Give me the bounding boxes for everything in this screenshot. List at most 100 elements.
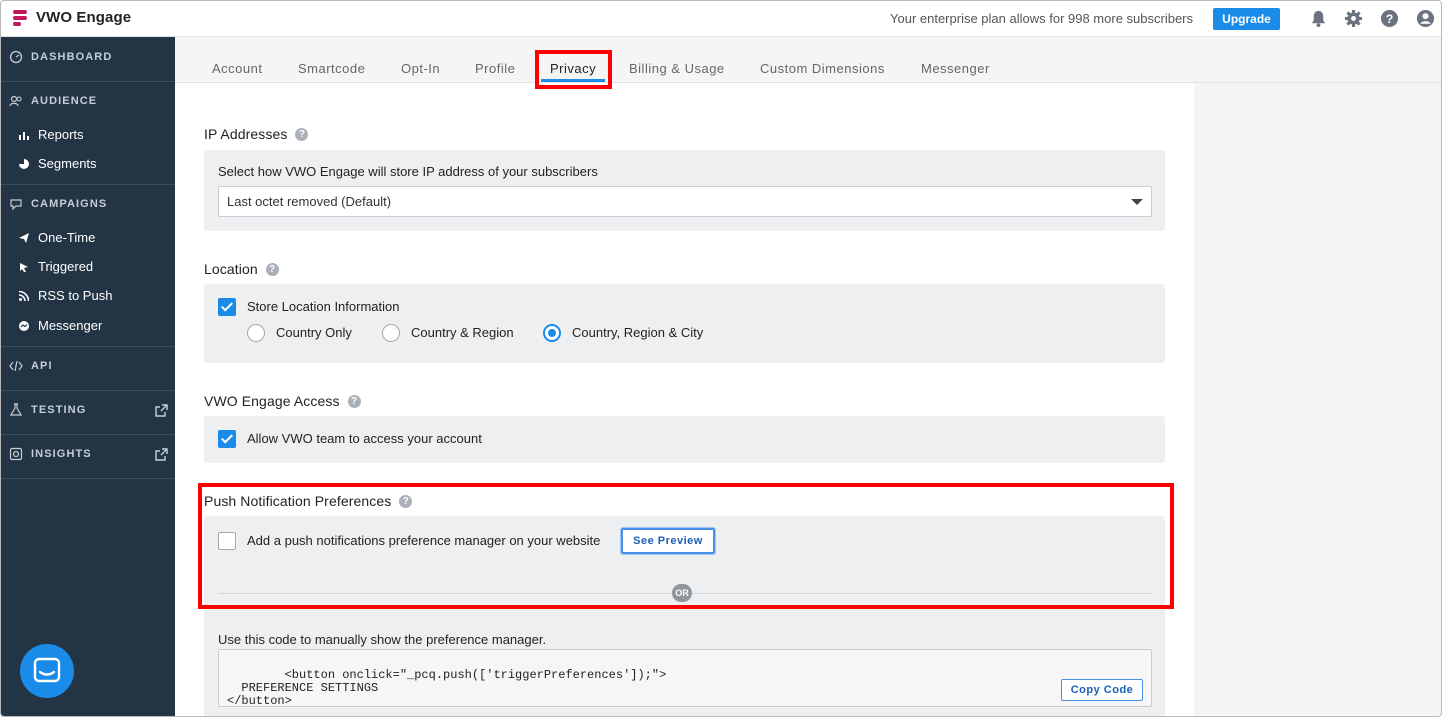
tab-custom-dimensions[interactable]: Custom Dimensions xyxy=(760,61,885,76)
access-title-text: VWO Engage Access xyxy=(204,393,340,409)
external-link-icon xyxy=(155,403,168,417)
sidebar-item-segments[interactable]: Segments xyxy=(1,156,175,171)
bar-chart-icon xyxy=(19,131,29,140)
sidebar-item-label: Reports xyxy=(38,127,84,142)
sidebar-divider xyxy=(1,390,175,391)
rss-icon xyxy=(19,290,29,301)
chat-launcher[interactable] xyxy=(20,644,74,698)
tab-billing-usage[interactable]: Billing & Usage xyxy=(629,61,725,76)
vwo-logo-icon xyxy=(13,9,29,26)
ip-title-text: IP Addresses xyxy=(204,126,288,142)
allow-access-checkbox[interactable] xyxy=(218,430,236,448)
sidebar-divider xyxy=(1,184,175,185)
radio-country-region-city-label: Country, Region & City xyxy=(572,325,704,340)
settings-tabs: Account Smartcode Opt-In Profile Privacy… xyxy=(175,37,1441,83)
store-location-label: Store Location Information xyxy=(247,299,400,314)
sidebar-item-messenger[interactable]: Messenger xyxy=(1,318,175,333)
trigger-icon xyxy=(20,262,28,272)
sidebar-divider xyxy=(1,81,175,82)
sidebar-divider xyxy=(1,434,175,435)
ip-select-label: Select how VWO Engage will store IP addr… xyxy=(218,164,598,179)
location-panel: Store Location Information Country Only … xyxy=(204,284,1165,363)
sidebar-audience[interactable]: AUDIENCE xyxy=(1,94,175,108)
sidebar-item-label: Messenger xyxy=(38,318,103,333)
radio-country-region[interactable] xyxy=(382,324,400,342)
external-link-icon xyxy=(155,447,168,461)
help-icon[interactable]: ? xyxy=(295,127,309,141)
send-icon xyxy=(19,232,29,243)
sidebar-item-reports[interactable]: Reports xyxy=(1,127,175,142)
privacy-tab-highlight xyxy=(535,50,612,89)
content-gutter xyxy=(175,83,185,716)
campaigns-icon xyxy=(10,199,22,211)
insights-icon xyxy=(9,447,23,461)
right-panel xyxy=(1194,83,1441,716)
ip-select-value: Last octet removed (Default) xyxy=(227,194,392,209)
sidebar-testing-label: TESTING xyxy=(31,404,87,416)
sidebar-divider xyxy=(1,478,175,479)
help-icon[interactable]: ? xyxy=(1380,9,1399,28)
push-section-highlight xyxy=(198,483,1174,609)
radio-country-region-label: Country & Region xyxy=(411,325,514,340)
user-icon[interactable] xyxy=(1416,9,1435,28)
radio-country-only-label: Country Only xyxy=(276,325,352,340)
svg-text:?: ? xyxy=(1386,12,1394,26)
audience-icon xyxy=(9,95,22,107)
sidebar-item-label: Segments xyxy=(38,156,97,171)
radio-country-only[interactable] xyxy=(247,324,265,342)
sidebar-item-label: Triggered xyxy=(38,259,94,274)
sidebar-api-label: API xyxy=(31,360,53,372)
sidebar-campaigns-label: CAMPAIGNS xyxy=(31,198,108,210)
sidebar-dashboard[interactable]: DASHBOARD xyxy=(1,50,175,64)
gear-icon[interactable] xyxy=(1344,9,1363,28)
brand-name: VWO Engage xyxy=(36,9,132,26)
ip-panel: Select how VWO Engage will store IP addr… xyxy=(204,150,1165,231)
tab-messenger[interactable]: Messenger xyxy=(921,61,990,76)
sidebar-item-label: One-Time xyxy=(38,230,96,245)
radio-country-region-city[interactable] xyxy=(543,324,561,342)
help-icon[interactable]: ? xyxy=(347,394,361,408)
code-snippet[interactable]: <button onclick="_pcq.push(['triggerPref… xyxy=(218,649,1152,708)
location-section-title: Location ? xyxy=(204,261,279,277)
bell-icon[interactable] xyxy=(1309,9,1328,28)
sidebar-item-one-time[interactable]: One-Time xyxy=(1,230,175,245)
top-bar: VWO Engage Your enterprise plan allows f… xyxy=(1,1,1441,37)
code-icon xyxy=(9,360,23,372)
sidebar-insights[interactable]: INSIGHTS xyxy=(1,447,175,461)
sidebar-item-triggered[interactable]: Triggered xyxy=(1,259,175,274)
tab-opt-in[interactable]: Opt-In xyxy=(401,61,440,76)
sidebar-dashboard-label: DASHBOARD xyxy=(31,51,113,63)
sidebar-insights-label: INSIGHTS xyxy=(31,448,92,460)
location-title-text: Location xyxy=(204,261,258,277)
sidebar-campaigns[interactable]: CAMPAIGNS xyxy=(1,197,175,211)
chat-icon xyxy=(33,657,61,683)
brand[interactable]: VWO Engage xyxy=(13,9,131,26)
sidebar-divider xyxy=(1,346,175,347)
upgrade-button[interactable]: Upgrade xyxy=(1213,8,1280,30)
help-icon[interactable]: ? xyxy=(265,262,279,276)
store-location-checkbox[interactable] xyxy=(218,298,236,316)
code-section: Use this code to manually show the prefe… xyxy=(204,612,1165,716)
tab-account[interactable]: Account xyxy=(212,61,262,76)
sidebar-item-rss[interactable]: RSS to Push xyxy=(1,288,175,303)
dashboard-icon xyxy=(9,50,23,64)
sidebar-testing[interactable]: TESTING xyxy=(1,403,175,417)
allow-access-label: Allow VWO team to access your account xyxy=(247,431,482,446)
tab-smartcode[interactable]: Smartcode xyxy=(298,61,365,76)
access-section-title: VWO Engage Access ? xyxy=(204,393,361,409)
sidebar-item-label: RSS to Push xyxy=(38,288,113,303)
pie-chart-icon xyxy=(19,158,29,169)
copy-code-button[interactable]: Copy Code xyxy=(1061,679,1143,701)
chevron-down-icon xyxy=(1131,199,1143,205)
app-window: VWO Engage Your enterprise plan allows f… xyxy=(0,0,1442,717)
code-label: Use this code to manually show the prefe… xyxy=(218,632,547,647)
tab-profile[interactable]: Profile xyxy=(475,61,515,76)
code-text: <button onclick="_pcq.push(['triggerPref… xyxy=(227,668,667,708)
ip-storage-select[interactable]: Last octet removed (Default) xyxy=(218,186,1152,217)
ip-section-title: IP Addresses ? xyxy=(204,126,309,142)
access-panel: Allow VWO team to access your account xyxy=(204,416,1165,463)
sidebar-api[interactable]: API xyxy=(1,359,175,373)
sidebar: DASHBOARD AUDIENCE Reports Segments CAMP… xyxy=(1,37,175,716)
plan-info: Your enterprise plan allows for 998 more… xyxy=(890,11,1194,26)
sidebar-audience-label: AUDIENCE xyxy=(31,95,98,107)
